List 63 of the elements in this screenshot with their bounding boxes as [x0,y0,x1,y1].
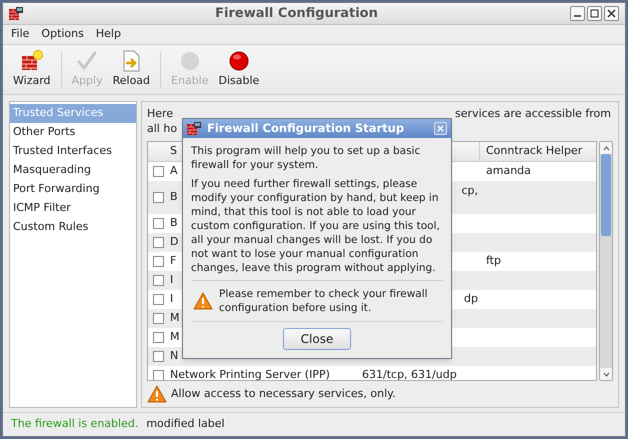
firewall-icon [9,6,23,20]
scrollbar-thumb[interactable] [601,154,611,236]
close-icon [437,125,444,132]
menu-item[interactable]: File [11,26,30,43]
circle-icon [226,49,251,74]
table-cell: D [170,235,178,248]
table-cell-text: dp [464,291,478,308]
sidebar-item[interactable]: Port Forwarding [10,180,136,199]
table-cell: I [170,273,174,286]
status-text: The firewall is enabled. [11,416,138,432]
close-button[interactable] [604,6,619,21]
checkbox[interactable] [152,294,164,305]
table-cell: N [170,349,178,362]
sidebar-item[interactable]: Trusted Interfaces [10,142,136,161]
window-title: Firewall Configuration [214,4,379,23]
checkbox[interactable] [152,166,164,177]
toolbar-button[interactable]: Wizard [9,49,55,90]
table-cell: ftp [486,254,501,268]
menu-item[interactable]: Help [96,26,121,43]
checkbox[interactable] [152,351,164,362]
checkbox[interactable] [152,256,164,267]
scrollbar[interactable] [599,141,613,381]
table-cell: I [170,292,174,306]
table-cell-text: cp, [461,183,478,199]
sidebar-item[interactable]: Masquerading [10,161,136,180]
table-cell: M [170,311,180,324]
table-cell: F [170,254,176,268]
checkbox[interactable] [152,237,164,248]
checkbox[interactable] [152,313,164,324]
dialog-title: Firewall Configuration Startup [207,120,406,137]
checkbox[interactable] [152,370,164,380]
maximize-button[interactable] [587,6,602,21]
checkbox[interactable] [152,332,164,343]
minimize-button[interactable] [570,6,585,21]
table-cell: M [170,330,180,344]
table-cell: B [170,216,178,230]
checkbox[interactable] [152,192,164,203]
note-text: Allow access to necessary services, only. [171,386,396,402]
status-label: modified label [146,416,225,432]
dialog-paragraph: This program will help you to set up a basic firewall for your system. [191,144,422,172]
table-cell: A [170,164,178,178]
dialog-paragraph: If you need further firewall settings, please modify your configuration by hand, but keep in mind, that this tool is not able to load your custom configuration. If you are using this tool, all your manual changes will be lost. If you do not want to lose your manual configuration changes, leave this program without applying. [191,177,441,275]
column-header[interactable]: Conntrack Helper [480,142,596,161]
warning-text: Please remember to check your firewall configuration before using it. [219,287,429,315]
checkbox[interactable] [152,218,164,229]
description-text: Here [147,106,174,121]
warning-icon [147,385,167,403]
warning-icon [193,292,213,310]
maximize-icon [590,9,599,18]
close-dialog-button[interactable]: Close [283,328,351,350]
table-cell: B [170,190,178,204]
close-icon [607,9,616,18]
description-text: services are accessible from [455,106,612,121]
menu-item[interactable]: Options [41,26,84,43]
toolbar-button[interactable]: Reload [108,49,154,90]
table-cell: amanda [486,164,531,178]
firewall-icon [187,122,201,136]
description-text: all ho [147,122,178,135]
checkbox[interactable] [152,275,164,286]
sidebar-item[interactable]: Custom Rules [10,218,136,237]
sidebar-item[interactable]: Other Ports [10,123,136,142]
sidebar-item[interactable]: ICMP Filter [10,199,136,218]
toolbar-button[interactable]: Disable [214,49,264,90]
